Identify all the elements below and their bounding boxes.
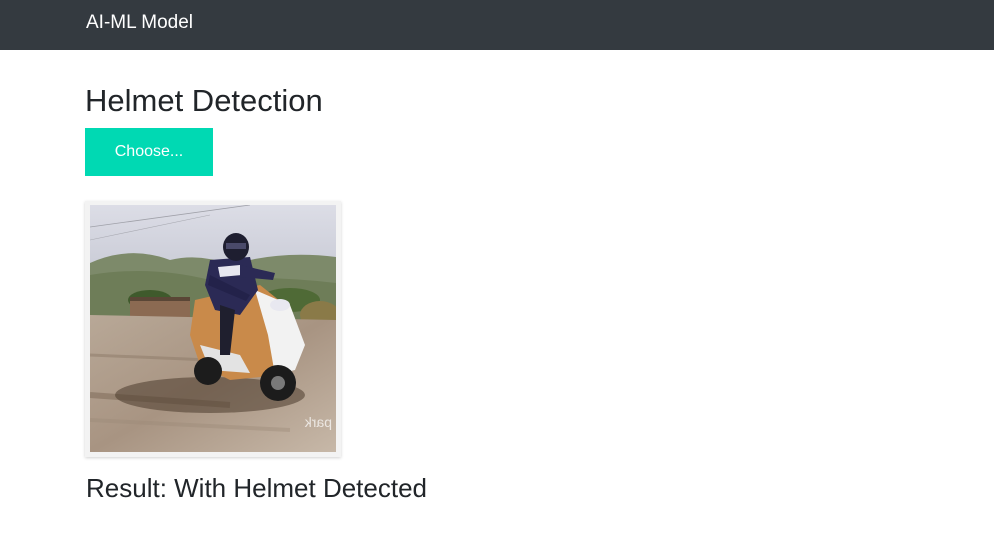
choose-file-button[interactable]: Choose... bbox=[85, 128, 213, 176]
navbar-brand[interactable]: AI-ML Model bbox=[86, 11, 193, 35]
page-title: Helmet Detection bbox=[85, 83, 323, 118]
image-preview-frame: park bbox=[85, 201, 341, 457]
top-navbar: AI-ML Model bbox=[0, 0, 994, 50]
image-watermark: park bbox=[304, 414, 332, 430]
result-text: Result: With Helmet Detected bbox=[86, 473, 428, 503]
uploaded-image-preview: park bbox=[90, 205, 336, 452]
